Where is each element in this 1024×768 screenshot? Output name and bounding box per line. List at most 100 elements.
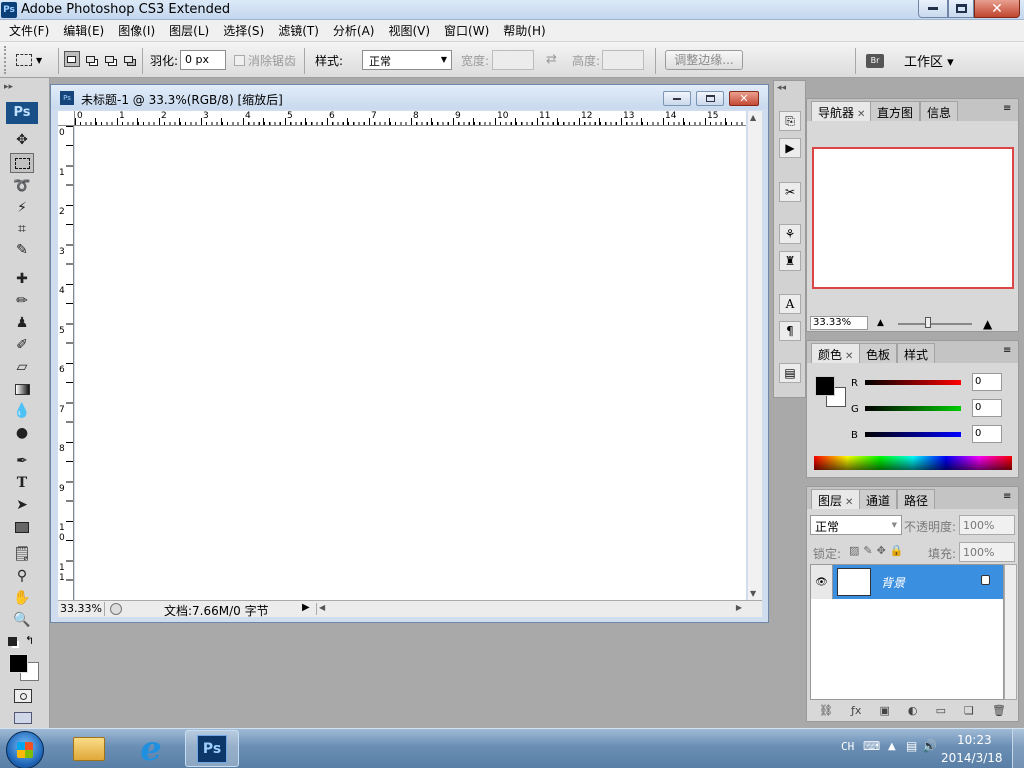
- eyedropper-tool-icon[interactable]: ⚲: [10, 566, 34, 586]
- panel-menu-icon[interactable]: ≡: [1003, 345, 1011, 356]
- doc-minimize-button[interactable]: [663, 91, 691, 106]
- panel-menu-icon[interactable]: ≡: [1003, 103, 1011, 114]
- show-desktop-button[interactable]: [1012, 729, 1024, 768]
- brush-tool-icon[interactable]: ✏: [10, 291, 34, 311]
- swap-icon[interactable]: ⇄: [546, 52, 557, 67]
- lasso-tool-icon[interactable]: ➰: [10, 176, 34, 196]
- layer-style-icon[interactable]: ƒx: [851, 704, 861, 717]
- delete-layer-icon[interactable]: 🗑: [992, 704, 1006, 717]
- opacity-input[interactable]: 100%: [959, 515, 1015, 535]
- fill-input[interactable]: 100%: [959, 542, 1015, 562]
- slice-tool-icon[interactable]: ✎: [10, 240, 34, 260]
- dodge-tool-icon[interactable]: ●: [10, 423, 34, 443]
- ruler-origin[interactable]: [58, 111, 75, 126]
- clock-time[interactable]: 10:23: [957, 733, 992, 747]
- clone-stamp-tool-icon[interactable]: ♟: [10, 313, 34, 333]
- scroll-right-icon[interactable]: ▶: [736, 603, 742, 612]
- menu-view[interactable]: 视图(V): [381, 20, 437, 42]
- show-hidden-icons-icon[interactable]: ▲: [888, 741, 896, 752]
- volume-icon[interactable]: 🔊: [922, 739, 937, 753]
- document-title-bar[interactable]: Ps 未标题-1 @ 33.3%(RGB/8) [缩放后] ✕: [51, 85, 768, 109]
- color-spectrum-ramp[interactable]: [814, 456, 1012, 470]
- blue-value-input[interactable]: 0: [972, 425, 1002, 443]
- refine-edge-button[interactable]: 调整边缘...: [665, 50, 743, 70]
- green-slider[interactable]: [865, 406, 961, 411]
- photoshop-taskbar-icon[interactable]: Ps: [185, 730, 239, 767]
- subtract-selection-icon[interactable]: [102, 51, 118, 67]
- navigator-preview[interactable]: [812, 147, 1014, 289]
- doc-close-button[interactable]: ✕: [729, 91, 759, 106]
- layer-name[interactable]: 背景: [881, 574, 905, 591]
- ie-taskbar-icon[interactable]: e: [124, 730, 178, 767]
- close-icon[interactable]: ✕: [845, 351, 853, 362]
- feather-input[interactable]: 0 px: [180, 50, 226, 70]
- intersect-selection-icon[interactable]: [120, 51, 136, 67]
- eye-visibility-icon[interactable]: 👁: [811, 565, 833, 599]
- type-tool-icon[interactable]: T: [10, 473, 34, 493]
- menu-analysis[interactable]: 分析(A): [326, 20, 382, 42]
- character-panel-icon[interactable]: A: [779, 294, 801, 314]
- rectangle-shape-tool-icon[interactable]: [10, 517, 34, 537]
- history-brush-tool-icon[interactable]: ✐: [10, 335, 34, 355]
- foreground-color-swatch[interactable]: [9, 654, 28, 673]
- height-input[interactable]: [602, 50, 644, 70]
- zoom-level[interactable]: 33.33%: [60, 602, 105, 616]
- scroll-down-icon[interactable]: ▼: [750, 589, 756, 598]
- network-icon[interactable]: ▤: [906, 739, 917, 753]
- default-colors-icon[interactable]: [8, 637, 17, 646]
- scroll-left-icon[interactable]: ◀: [319, 603, 325, 612]
- keyboard-icon[interactable]: ⌨: [863, 739, 880, 753]
- status-menu-icon[interactable]: [110, 603, 122, 615]
- zoom-slider-handle[interactable]: [925, 317, 931, 328]
- clock-date[interactable]: 2014/3/18: [941, 751, 1003, 765]
- menu-filter[interactable]: 滤镜(T): [271, 20, 326, 42]
- adjustment-layer-icon[interactable]: ◐: [908, 704, 918, 717]
- layers-scrollbar[interactable]: [1004, 564, 1017, 700]
- close-button[interactable]: ✕: [974, 0, 1020, 18]
- lock-all-icon[interactable]: 🔒: [890, 544, 904, 558]
- layer-row[interactable]: 👁 背景: [811, 565, 1003, 599]
- paragraph-panel-icon[interactable]: ¶: [779, 321, 801, 341]
- green-value-input[interactable]: 0: [972, 399, 1002, 417]
- menu-help[interactable]: 帮助(H): [496, 20, 552, 42]
- menu-window[interactable]: 窗口(W): [437, 20, 496, 42]
- new-layer-icon[interactable]: ❏: [964, 704, 974, 717]
- screen-mode-icon[interactable]: [14, 712, 32, 724]
- doc-maximize-button[interactable]: [696, 91, 724, 106]
- move-tool-icon[interactable]: ✥: [10, 130, 34, 150]
- red-value-input[interactable]: 0: [972, 373, 1002, 391]
- crop-tool-icon[interactable]: ⌗: [10, 219, 34, 239]
- bridge-icon[interactable]: Br: [862, 50, 888, 72]
- lock-image-icon[interactable]: ✎: [863, 544, 872, 558]
- eraser-tool-icon[interactable]: ▱: [10, 357, 34, 377]
- red-slider[interactable]: [865, 380, 961, 385]
- magic-wand-tool-icon[interactable]: ⚡: [10, 198, 34, 218]
- blend-mode-select[interactable]: 正常 ▼: [810, 515, 902, 535]
- grip-handle[interactable]: [4, 46, 11, 74]
- layer-comps-icon[interactable]: ▤: [779, 363, 801, 383]
- healing-brush-tool-icon[interactable]: ✚: [10, 269, 34, 289]
- zoom-in-icon[interactable]: ▲: [983, 317, 992, 331]
- zoom-tool-icon[interactable]: 🔍: [10, 610, 34, 630]
- notes-tool-icon[interactable]: 🗒: [10, 544, 34, 564]
- minimize-button[interactable]: [918, 0, 948, 18]
- blur-tool-icon[interactable]: 💧: [10, 401, 34, 421]
- gradient-tool-icon[interactable]: [10, 379, 34, 399]
- scroll-up-icon[interactable]: ▲: [750, 113, 756, 122]
- vertical-scrollbar[interactable]: ▲ ▼: [748, 111, 762, 600]
- tool-presets-icon[interactable]: ✂: [779, 182, 801, 202]
- history-panel-icon[interactable]: ⎘: [779, 111, 801, 131]
- lock-position-icon[interactable]: ✥: [877, 544, 886, 558]
- antialias-checkbox[interactable]: [234, 55, 245, 66]
- quick-mask-icon[interactable]: [14, 689, 32, 703]
- path-selection-tool-icon[interactable]: ➤: [10, 495, 34, 515]
- tab-navigator[interactable]: 导航器 ✕: [811, 101, 873, 121]
- zoom-out-icon[interactable]: ▲: [877, 318, 884, 328]
- tab-channels[interactable]: 通道: [859, 489, 898, 509]
- link-layers-icon[interactable]: ⛓: [819, 704, 833, 717]
- tab-color[interactable]: 颜色 ✕: [811, 343, 861, 363]
- foreground-color-chip[interactable]: [815, 376, 835, 396]
- new-selection-icon[interactable]: [64, 51, 80, 67]
- panel-menu-icon[interactable]: ≡: [1003, 491, 1011, 502]
- layer-mask-icon[interactable]: ▣: [879, 704, 889, 717]
